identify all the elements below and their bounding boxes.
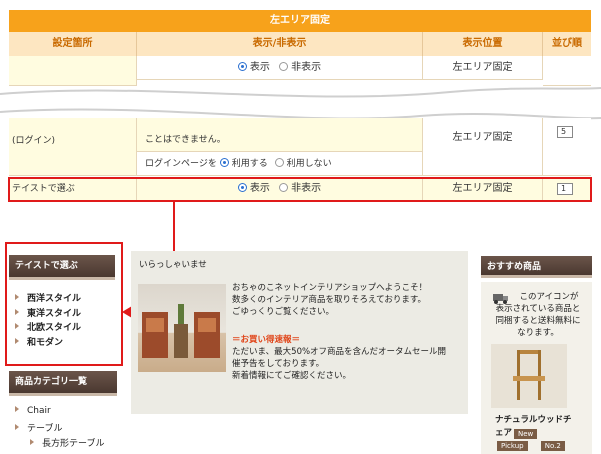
pickup-badge: Pickup — [497, 441, 528, 451]
bullet-triangle-icon — [30, 439, 34, 445]
product-image[interactable] — [491, 344, 567, 408]
welcome-line: 数多くのインテリア商品を取りそろえております。 — [232, 295, 426, 305]
radio-show-selected[interactable] — [237, 62, 247, 71]
table-title: 左エリア固定 — [9, 10, 591, 32]
sale-title: ＝お買い得速報＝ — [232, 335, 301, 345]
login-page-label: ログインページを — [145, 159, 217, 169]
chairs-image — [142, 304, 220, 358]
welcome-line: ごゆっくりご覧ください。 — [232, 307, 335, 317]
row2-position: 左エリア固定 — [423, 118, 543, 176]
new-badge: New — [514, 429, 538, 439]
category-sidebar-title: 商品カテゴリ一覧 — [9, 371, 117, 396]
category-sub-label: 長方形テーブル — [42, 439, 105, 449]
highlight-sidebar-box — [5, 242, 123, 366]
row2-note: ことはできません。 — [145, 135, 226, 145]
radio-use-label: 利用する — [231, 159, 268, 169]
row2-login-cell: ログインページを 利用する 利用しない — [137, 152, 423, 176]
row2-label-cell: (ログイン) — [9, 118, 137, 176]
badge-row: Pickup No.2 — [497, 440, 565, 451]
note-line: 表示されている商品と — [495, 304, 581, 314]
category-sub-rect-table[interactable]: 長方形テーブル — [30, 436, 104, 449]
radio-not-use-label: 利用しない — [286, 159, 332, 169]
header-position: 表示位置 — [423, 32, 543, 56]
note-line: このアイコンが — [519, 292, 579, 302]
radio-use-selected[interactable] — [219, 158, 229, 167]
sale-line: 催予告をしております。 — [232, 359, 325, 369]
sale-line: 新着情報にてご確認ください。 — [232, 371, 352, 381]
row2-label: (ログイン) — [12, 136, 56, 146]
recommend-note: このアイコンが 表示されている商品と 同梱すると送料無料に なります。 — [490, 291, 586, 339]
radio-not-use[interactable] — [274, 158, 284, 167]
category-item-label: テーブル — [27, 424, 63, 434]
row2-order-cell: 5 — [543, 118, 591, 176]
category-item-label: Chair — [27, 406, 51, 416]
product-name-line: ナチュラルウッドチ — [495, 415, 572, 425]
bullet-triangle-icon — [15, 424, 19, 430]
note-line: 同梱すると送料無料に — [495, 316, 581, 326]
welcome-line: おちゃのこネットインテリアショップへようこそ！ — [232, 283, 428, 293]
category-item-chair[interactable]: Chair — [15, 406, 51, 416]
rank-badge: No.2 — [540, 441, 565, 451]
greeting: いらっしゃいませ — [139, 260, 207, 270]
wood-chair-image — [513, 350, 545, 400]
shop-photo — [138, 284, 226, 372]
sale-text: ただいま、最大50%オフ商品を含んだオータムセール開 催予告をしております。 新… — [232, 346, 446, 382]
sale-line: ただいま、最大50%オフ商品を含んだオータムセール開 — [232, 347, 447, 357]
badge-new: New — [514, 428, 538, 439]
note-line: なります。 — [517, 328, 559, 338]
header-location: 設定箇所 — [9, 32, 137, 56]
recommend-title: おすすめ商品 — [481, 256, 592, 278]
highlight-row-box — [8, 177, 592, 202]
row2-order-input[interactable]: 5 — [557, 126, 573, 138]
welcome-text: おちゃのこネットインテリアショップへようこそ！ 数多くのインテリア商品を取りそろ… — [232, 282, 427, 318]
header-order: 並び順 — [543, 32, 591, 56]
header-visibility: 表示/非表示 — [137, 32, 423, 56]
row2-note-cell: ことはできません。 — [137, 118, 423, 152]
bullet-triangle-icon — [15, 406, 19, 412]
radio-hide[interactable] — [279, 62, 289, 71]
category-item-table[interactable]: テーブル — [15, 421, 62, 434]
